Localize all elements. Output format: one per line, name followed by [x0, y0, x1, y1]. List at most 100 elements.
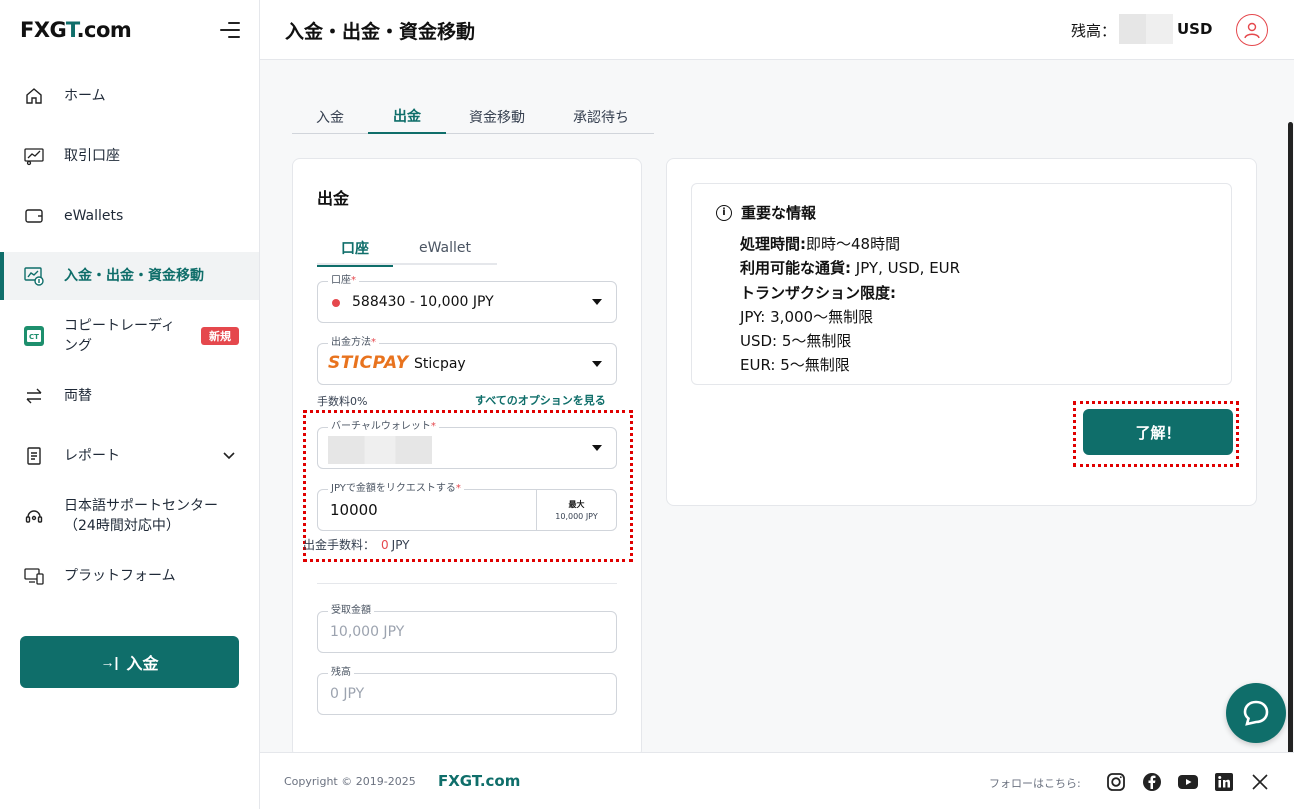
limit-usd: USD: 5〜無制限: [740, 332, 852, 351]
remaining-balance-label: 残高: [328, 666, 354, 680]
scrollbar[interactable]: [1288, 122, 1293, 758]
balance-label: 残高：: [1071, 22, 1117, 40]
remaining-balance-value: 0 JPY: [330, 686, 365, 702]
limit-eur: EUR: 5〜無制限: [740, 356, 850, 375]
login-arrow-icon: →|: [100, 654, 119, 670]
received-amount-value: 10,000 JPY: [330, 624, 405, 640]
max-amount-button[interactable]: 最大 10,000 JPY: [536, 490, 616, 530]
caret-down-icon: [592, 445, 602, 451]
account-select-label: 口座: [331, 275, 351, 286]
sidebar-item-label: ホーム: [64, 88, 106, 104]
withdraw-card: 出金 口座 eWallet 口座* 588430 - 10,000 JPY 出金…: [292, 158, 642, 758]
withdraw-fee-label: 出金手数料：: [303, 538, 376, 552]
tab-withdraw[interactable]: 出金: [368, 100, 446, 134]
copy-trading-icon: CT: [22, 324, 46, 348]
subtab-account[interactable]: 口座: [317, 231, 393, 267]
trading-account-icon: [22, 144, 46, 168]
footer: Copyright © 2019-2025 FXGT.com フォローはこちら:: [260, 752, 1294, 809]
caret-down-icon: [592, 361, 602, 367]
header: 入金・出金・資金移動 残高： USD: [260, 0, 1294, 60]
all-options-link[interactable]: すべてのオプションを見る: [475, 392, 606, 408]
chat-icon[interactable]: [1226, 683, 1286, 743]
x-icon[interactable]: [1249, 771, 1271, 793]
instagram-icon[interactable]: [1105, 771, 1127, 793]
sidebar: FXGT.com ホーム 取引口座 eWallets 入金・出金・資金移動 CT…: [0, 0, 260, 809]
info-heading-text: 重要な情報: [741, 204, 817, 222]
new-badge: 新規: [201, 327, 239, 345]
support-icon: [22, 504, 46, 528]
youtube-icon[interactable]: [1177, 771, 1199, 793]
sidebar-item-label: コピートレーディング: [64, 318, 176, 354]
linkedin-icon[interactable]: [1213, 771, 1235, 793]
report-icon: [22, 444, 46, 468]
sidebar-item-trading-account[interactable]: 取引口座: [0, 132, 259, 180]
sidebar-item-label: 入金・出金・資金移動: [64, 268, 204, 284]
chevron-down-icon[interactable]: [222, 448, 236, 466]
sidebar-item-home[interactable]: ホーム: [0, 72, 259, 120]
tab-pending[interactable]: 承認待ち: [548, 100, 654, 134]
virtual-wallet-label: バーチャルウォレット: [331, 421, 431, 432]
follow-label: フォローはこちら:: [989, 777, 1081, 790]
sticpay-logo: STICPAY: [328, 353, 409, 373]
page-title: 入金・出金・資金移動: [285, 21, 476, 43]
divider: [317, 583, 617, 584]
withdraw-title: 出金: [317, 189, 350, 208]
sidebar-item-ewallets[interactable]: eWallets: [0, 192, 259, 240]
sidebar-item-label: 両替: [64, 388, 92, 404]
wallet-redacted: [328, 436, 432, 464]
sidebar-item-support[interactable]: 日本語サポートセンター（24時間対応中）: [0, 492, 259, 540]
menu-toggle-icon[interactable]: [218, 20, 240, 40]
method-select-label: 出金方法: [331, 337, 371, 348]
sidebar-item-report[interactable]: レポート: [0, 432, 259, 480]
sidebar-item-platform[interactable]: プラットフォーム: [0, 552, 259, 600]
account-select-value: 588430 - 10,000 JPY: [352, 294, 494, 310]
info-icon: i: [716, 204, 732, 221]
fxgt-logo[interactable]: FXGT.com: [20, 18, 132, 42]
important-info-box: i 重要な情報 処理時間:即時〜48時間 利用可能な通貨: JPY, USD, …: [691, 183, 1232, 385]
withdraw-fee-value: 0: [381, 538, 389, 552]
limits-label: トランザクション限度:: [740, 283, 896, 302]
processing-value: 即時〜48時間: [806, 235, 901, 253]
sidebar-deposit-button[interactable]: →| 入金: [20, 636, 239, 688]
deposit-withdraw-icon: [22, 264, 46, 288]
virtual-wallet-select[interactable]: バーチャルウォレット*: [317, 420, 617, 469]
amount-value: 10000: [330, 501, 378, 519]
currencies-value: JPY, USD, EUR: [851, 259, 961, 278]
footer-brand[interactable]: FXGT.com: [438, 772, 520, 790]
home-icon: [22, 84, 46, 108]
sidebar-item-exchange[interactable]: 両替: [0, 372, 259, 420]
method-select-value: Sticpay: [414, 356, 466, 372]
currencies-label: 利用可能な通貨:: [740, 259, 851, 278]
info-lines: 処理時間:即時〜48時間 利用可能な通貨: JPY, USD, EUR トランザ…: [740, 232, 960, 378]
subtab-ewallet[interactable]: eWallet: [393, 231, 497, 265]
withdraw-fee-unit: JPY: [391, 538, 410, 552]
caret-down-icon: [592, 299, 602, 305]
method-select[interactable]: 出金方法* STICPAY Sticpay: [317, 336, 617, 385]
sidebar-item-label: eWallets: [64, 208, 124, 224]
max-value: 10,000 JPY: [555, 512, 598, 521]
user-avatar-icon[interactable]: [1236, 14, 1268, 46]
info-card: i 重要な情報 処理時間:即時〜48時間 利用可能な通貨: JPY, USD, …: [666, 158, 1257, 506]
received-amount-field: 受取金額 10,000 JPY: [317, 604, 617, 653]
info-heading: i 重要な情報: [716, 202, 816, 223]
sidebar-item-label: 日本語サポートセンター（24時間対応中）: [64, 498, 218, 534]
main-content: 入金 出金 資金移動 承認待ち 出金 口座 eWallet 口座* 588430…: [260, 60, 1294, 758]
ok-button[interactable]: 了解！: [1083, 409, 1233, 455]
max-label: 最大: [568, 500, 585, 509]
sidebar-item-label: 取引口座: [64, 148, 120, 164]
sidebar-item-deposit-withdraw[interactable]: 入金・出金・資金移動: [0, 252, 259, 300]
account-select[interactable]: 口座* 588430 - 10,000 JPY: [317, 274, 617, 323]
balance-redacted: [1119, 14, 1173, 44]
tab-transfer[interactable]: 資金移動: [446, 100, 548, 134]
fee-text: 手数料0%: [317, 395, 368, 408]
sidebar-item-label: レポート: [64, 448, 120, 464]
sidebar-item-label: プラットフォーム: [64, 568, 176, 584]
tab-deposit[interactable]: 入金: [292, 100, 368, 134]
svg-text:CT: CT: [29, 333, 39, 341]
balance-currency: USD: [1177, 20, 1213, 38]
facebook-icon[interactable]: [1141, 771, 1163, 793]
amount-input[interactable]: JPYで金額をリクエストする* 10000 最大 10,000 JPY: [317, 482, 617, 531]
processing-label: 処理時間:: [740, 235, 806, 253]
amount-input-label: JPYで金額をリクエストする: [331, 483, 456, 494]
withdraw-fee: 出金手数料： 0 JPY: [303, 536, 410, 553]
